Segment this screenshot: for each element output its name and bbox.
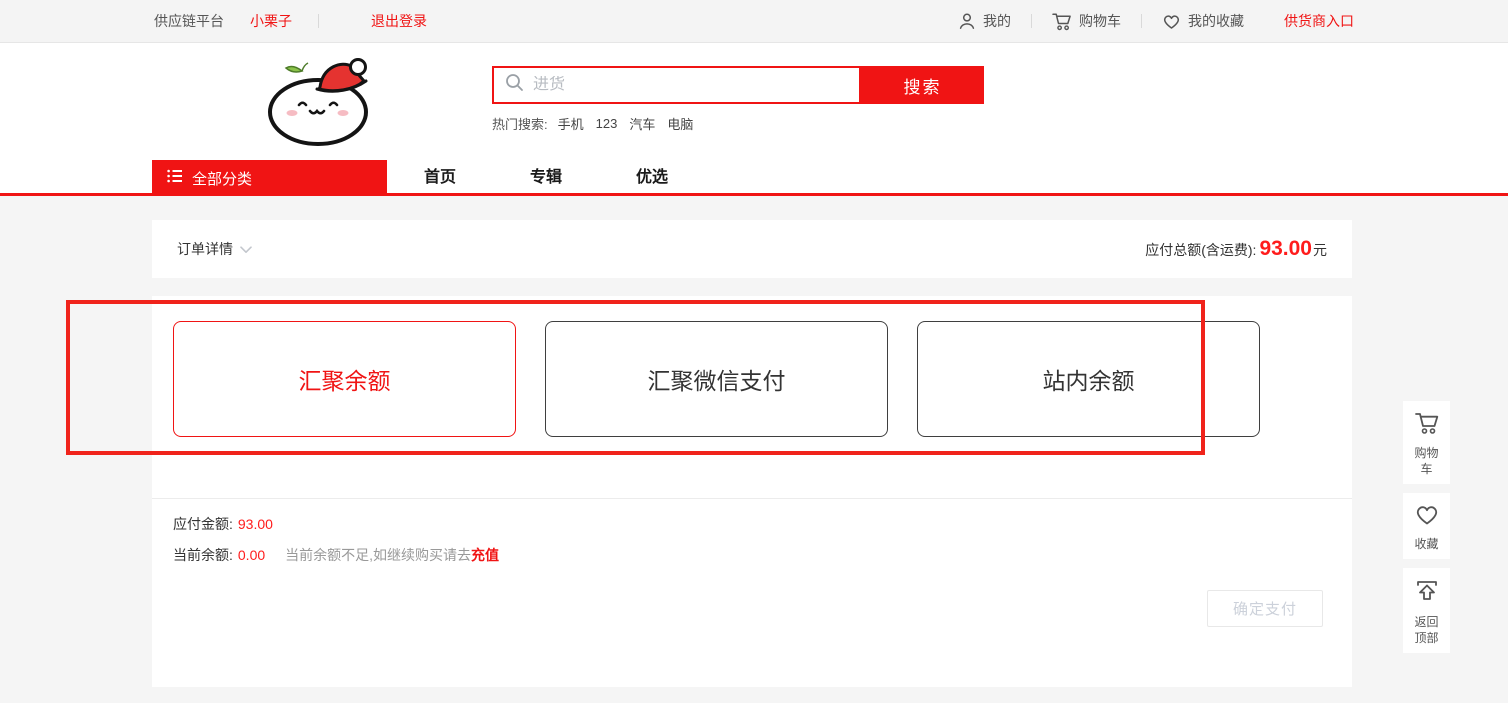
balance-warning: 当前余额不足,如继续购买请去	[285, 545, 471, 565]
hot-search-label: 热门搜索:	[492, 114, 548, 133]
confirm-pay-button[interactable]: 确定支付	[1207, 590, 1323, 627]
order-summary-bar: 订单详情 应付总额(含运费): 93.00 元	[152, 220, 1352, 278]
divider	[1141, 14, 1142, 28]
cart-link[interactable]: 购物车	[1052, 11, 1121, 31]
divider	[152, 498, 1352, 499]
heart-icon	[1162, 13, 1181, 30]
side-favorite-button[interactable]: 收藏	[1403, 493, 1450, 559]
hot-search-term[interactable]: 123	[596, 116, 618, 131]
search-box	[492, 66, 861, 104]
order-details-dropdown[interactable]: 订单详情	[177, 239, 252, 259]
search-bar: 搜索	[492, 66, 984, 104]
payment-method-huiju-wechat[interactable]: 汇聚微信支付	[545, 321, 888, 437]
payment-method-huiju-balance[interactable]: 汇聚余额	[173, 321, 516, 437]
search-icon	[505, 73, 524, 97]
site-logo[interactable]	[250, 53, 390, 149]
person-icon	[958, 12, 976, 30]
balance-label: 当前余额:	[173, 545, 233, 565]
amount-due-value: 93.00	[238, 516, 273, 532]
list-icon	[167, 169, 183, 187]
page: 供应链平台 小栗子 退出登录 我的 购物车	[0, 0, 1508, 703]
order-total-unit: 元	[1313, 240, 1327, 260]
payment-method-site-balance[interactable]: 站内余额	[917, 321, 1260, 437]
heart-icon	[1414, 503, 1440, 531]
side-cart-button[interactable]: 购物车	[1403, 401, 1450, 484]
cart-icon	[1414, 411, 1440, 440]
all-categories-label: 全部分类	[192, 168, 252, 189]
side-cart-label: 购物车	[1413, 445, 1441, 477]
nav-item-home[interactable]: 首页	[387, 160, 493, 196]
balance-value: 0.00	[238, 547, 265, 563]
back-to-top-label: 返回顶部	[1413, 614, 1441, 646]
divider	[1031, 14, 1032, 28]
navbar: 全部分类 首页 专辑 优选	[0, 160, 1508, 196]
back-to-top-button[interactable]: 返回顶部	[1403, 568, 1450, 653]
hot-search-term[interactable]: 手机	[558, 114, 584, 133]
nav-item-albums[interactable]: 专辑	[493, 160, 599, 196]
nav-item-featured[interactable]: 优选	[599, 160, 705, 196]
platform-name: 供应链平台	[154, 11, 224, 31]
cart-icon	[1052, 12, 1072, 31]
floating-side-tools: 购物车 收藏 返回顶部	[1403, 401, 1450, 662]
divider	[318, 14, 319, 28]
side-favorite-label: 收藏	[1413, 536, 1441, 552]
topbar: 供应链平台 小栗子 退出登录 我的 购物车	[0, 0, 1508, 43]
supplier-entry-link[interactable]: 供货商入口	[1284, 11, 1354, 31]
payment-methods: 汇聚余额 汇聚微信支付 站内余额	[173, 321, 1260, 437]
hot-search-term[interactable]: 汽车	[629, 114, 655, 133]
all-categories-button[interactable]: 全部分类	[152, 160, 387, 196]
amount-due-label: 应付金额:	[173, 514, 233, 534]
order-total: 应付总额(含运费): 93.00 元	[1145, 237, 1327, 261]
hot-search-term[interactable]: 电脑	[667, 114, 693, 133]
back-to-top-icon	[1414, 578, 1440, 609]
chevron-down-icon	[240, 241, 252, 257]
my-account-link[interactable]: 我的	[958, 11, 1011, 31]
header: 搜索 热门搜索: 手机 123 汽车 电脑	[0, 43, 1508, 160]
search-input[interactable]	[533, 76, 833, 94]
hot-search: 热门搜索: 手机 123 汽车 电脑	[492, 114, 705, 133]
order-total-amount: 93.00	[1259, 237, 1312, 261]
username-link[interactable]: 小栗子	[250, 11, 292, 31]
favorites-link[interactable]: 我的收藏	[1162, 11, 1244, 31]
payment-summary: 应付金额: 93.00 当前余额: 0.00 当前余额不足,如继续购买请去 充值	[173, 514, 499, 576]
search-button[interactable]: 搜索	[861, 66, 984, 104]
order-total-label: 应付总额(含运费):	[1145, 240, 1256, 260]
payment-panel: 汇聚余额 汇聚微信支付 站内余额 应付金额: 93.00 当前余额: 0.00 …	[152, 296, 1352, 687]
logout-link[interactable]: 退出登录	[371, 11, 427, 31]
recharge-link[interactable]: 充值	[471, 545, 499, 565]
